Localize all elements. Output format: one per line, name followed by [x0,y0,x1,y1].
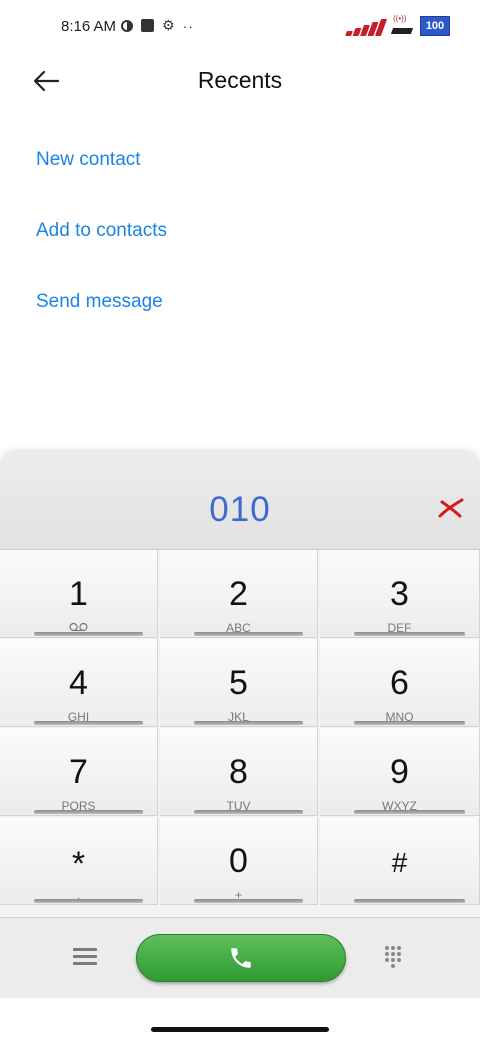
key-shadow [34,810,143,814]
more-notifications-icon: ·· [182,17,194,34]
add-to-contacts-link[interactable]: Add to contacts [36,220,167,242]
key-shadow [194,899,303,903]
key-shadow [34,632,143,636]
hotspot-icon: ((•)) [390,14,414,36]
key-7[interactable]: 7 PQRS [0,728,158,816]
dialer-bottom-bar [0,917,480,998]
key-digit: 5 [229,664,248,702]
page-title: Recents [197,67,283,93]
key-4[interactable]: 4 GHI [0,639,158,727]
key-digit: 9 [390,753,409,791]
key-shadow [194,632,303,636]
voicemail-icon [69,622,88,632]
number-display: 010 [0,452,480,550]
call-button[interactable] [136,934,346,982]
key-1[interactable]: 1 [0,550,158,638]
key-digit: 2 [229,575,248,613]
key-shadow [34,899,143,903]
signal-strength-icon [345,19,388,36]
key-5[interactable]: 5 JKL [160,639,318,727]
key-digit: 7 [69,753,88,791]
key-hash[interactable]: # [320,817,480,905]
key-shadow [194,810,303,814]
key-shadow [354,632,465,636]
key-shadow [194,721,303,725]
send-message-link[interactable]: Send message [36,291,163,313]
delete-x-icon [438,498,464,518]
key-3[interactable]: 3 DEF [320,550,480,638]
key-shadow [354,810,465,814]
menu-button[interactable] [73,948,97,968]
key-2[interactable]: 2 ABC [160,550,318,638]
menu-icon [73,948,97,965]
status-icons-left: ⚙ ·· [121,17,194,34]
key-shadow [34,721,143,725]
key-digit: 1 [69,575,88,613]
home-indicator[interactable] [151,1027,329,1032]
key-digit: 6 [390,664,409,702]
status-time: 8:16 AM [61,18,117,35]
key-shadow [354,721,465,725]
keypad-toggle-button[interactable] [385,946,405,970]
notification-square-icon [141,19,154,32]
new-contact-link[interactable]: New contact [36,149,141,171]
dialpad-panel: 010 1 2 ABC 3 DEF 4 GHI 5 JKL 6 MNO 7 PQ… [0,452,480,922]
key-digit: 8 [229,753,248,791]
key-digit: 3 [390,575,409,613]
key-9[interactable]: 9 WXYZ [320,728,480,816]
dialed-number[interactable]: 010 [0,490,480,530]
key-digit: 4 [69,664,88,702]
key-6[interactable]: 6 MNO [320,639,480,727]
gear-icon: ⚙ [162,17,175,33]
battery-icon: 100 [420,16,450,36]
key-digit: * [71,845,86,883]
delete-button[interactable] [436,496,466,520]
key-shadow [354,899,465,903]
status-bar: 8:16 AM ⚙ ·· ((•)) 100 [0,0,480,56]
status-icons-right: ((•)) 100 [345,14,450,36]
key-digit: # [391,847,408,878]
data-saver-icon [121,19,133,32]
key-star[interactable]: * , [0,817,158,905]
key-8[interactable]: 8 TUV [160,728,318,816]
key-digit: 0 [229,842,248,880]
phone-icon [231,948,251,968]
key-0[interactable]: 0 + [160,817,318,905]
